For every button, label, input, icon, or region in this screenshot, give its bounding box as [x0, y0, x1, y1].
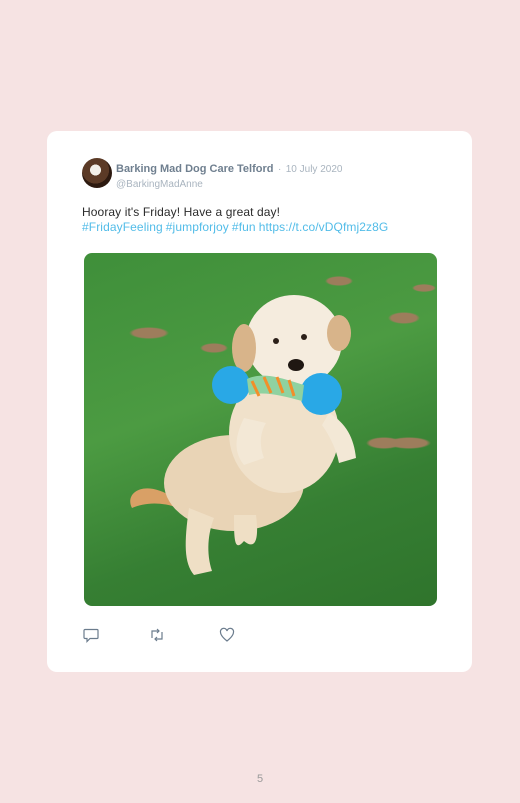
- retweet-icon[interactable]: [149, 627, 165, 643]
- avatar[interactable]: [82, 158, 112, 188]
- tweet-date[interactable]: 10 July 2020: [286, 164, 343, 175]
- author-handle[interactable]: @BarkingMadAnne: [116, 179, 342, 190]
- tweet-actions: [83, 627, 283, 643]
- heart-icon[interactable]: [219, 627, 235, 643]
- dog-illustration: [130, 295, 356, 575]
- date-separator: ·: [277, 164, 282, 175]
- tweet-text: Hooray it's Friday! Have a great day! #F…: [82, 205, 442, 235]
- author-display-name[interactable]: Barking Mad Dog Care Telford: [116, 163, 273, 175]
- tweet-links: #FridayFeeling #jumpforjoy #fun https://t.c…: [82, 220, 442, 235]
- tweet-card: Barking Mad Dog Care Telford · 10 July 2…: [47, 131, 472, 672]
- page: Barking Mad Dog Care Telford · 10 July 2…: [0, 0, 520, 803]
- tweet-header: Barking Mad Dog Care Telford · 10 July 2…: [82, 158, 442, 190]
- page-number: 5: [256, 773, 264, 785]
- tweet-body: Hooray it's Friday! Have a great day!: [82, 205, 281, 219]
- tweet-photo[interactable]: [84, 253, 437, 606]
- author-block: Barking Mad Dog Care Telford · 10 July 2…: [116, 159, 342, 190]
- hashtag-link[interactable]: #FridayFeeling: [82, 220, 163, 234]
- hashtag-link[interactable]: #jumpforjoy: [166, 220, 229, 234]
- url-link[interactable]: https://t.co/vDQfmj2z8G: [259, 220, 389, 234]
- reply-icon[interactable]: [83, 627, 99, 643]
- hashtag-link[interactable]: #fun: [232, 220, 256, 234]
